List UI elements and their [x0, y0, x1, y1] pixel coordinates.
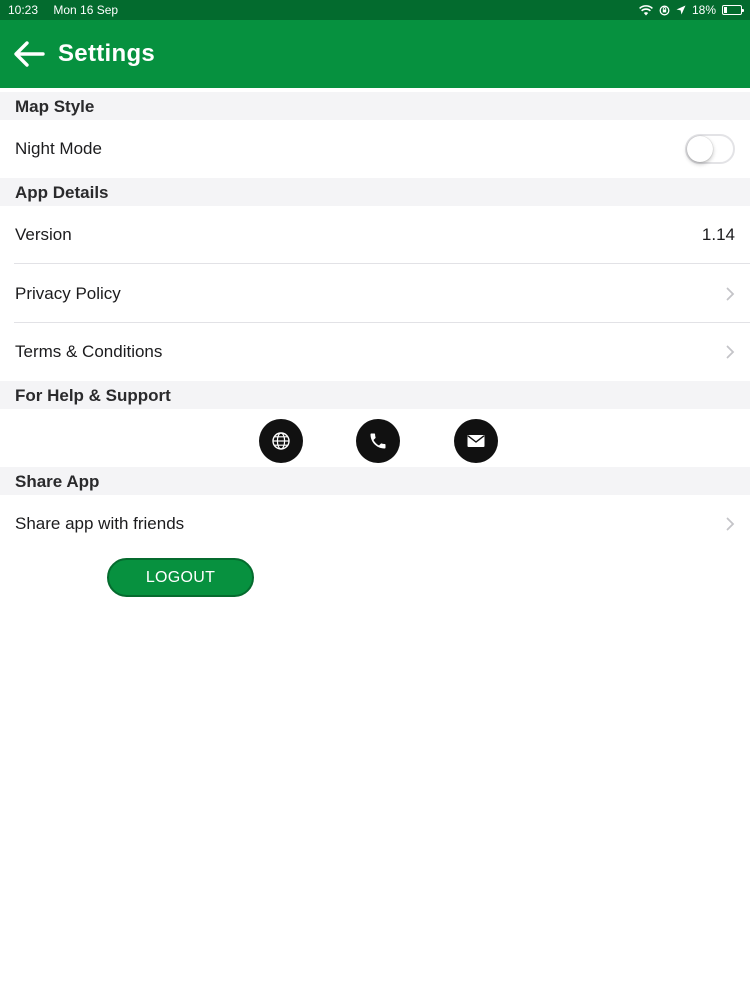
back-button[interactable]	[0, 20, 58, 88]
battery-level	[724, 7, 727, 13]
mail-icon	[467, 435, 485, 447]
privacy-policy-label: Privacy Policy	[15, 284, 121, 303]
share-app-label: Share app with friends	[15, 514, 185, 533]
globe-icon	[272, 432, 290, 450]
version-label: Version	[15, 225, 72, 244]
rotation-lock-icon	[659, 5, 670, 16]
wifi-icon	[639, 4, 653, 16]
status-right: 18%	[639, 0, 744, 20]
page-title: Settings	[58, 40, 156, 67]
terms-conditions-row[interactable]: Terms & Conditions	[0, 323, 750, 381]
row-divider	[14, 263, 750, 264]
phone-icon	[370, 433, 386, 449]
support-icons-row	[0, 409, 750, 467]
night-mode-toggle[interactable]	[685, 134, 735, 164]
chevron-right-icon	[726, 287, 735, 301]
status-time: 10:23	[8, 3, 39, 17]
toggle-knob	[687, 136, 713, 162]
status-bar: 10:23 Mon 16 Sep 18%	[0, 0, 750, 20]
status-date: Mon 16 Sep	[53, 3, 119, 17]
night-mode-row: Night Mode	[0, 120, 750, 178]
version-value: 1.14	[701, 225, 735, 244]
version-row: Version 1.14	[0, 206, 750, 264]
location-arrow-icon	[676, 5, 686, 15]
back-arrow-icon	[14, 41, 45, 67]
website-button[interactable]	[259, 419, 303, 463]
section-help-support: For Help & Support	[0, 381, 750, 411]
share-app-row[interactable]: Share app with friends	[0, 495, 750, 553]
section-share-app: Share App	[0, 467, 750, 497]
terms-conditions-label: Terms & Conditions	[15, 342, 163, 361]
privacy-policy-row[interactable]: Privacy Policy	[0, 265, 750, 323]
logout-button[interactable]: LOGOUT	[107, 558, 254, 597]
chevron-right-icon	[726, 345, 735, 359]
section-app-details: App Details	[0, 178, 750, 208]
call-button[interactable]	[356, 419, 400, 463]
battery-icon	[722, 5, 744, 15]
chevron-right-icon	[726, 517, 735, 531]
status-left: 10:23 Mon 16 Sep	[8, 0, 130, 20]
app-header: Settings	[0, 20, 750, 88]
battery-percent: 18%	[691, 3, 716, 17]
settings-screen: 10:23 Mon 16 Sep 18% Settings Map Style …	[0, 0, 750, 1000]
night-mode-label: Night Mode	[15, 139, 102, 158]
section-map-style: Map Style	[0, 92, 750, 122]
email-button[interactable]	[454, 419, 498, 463]
